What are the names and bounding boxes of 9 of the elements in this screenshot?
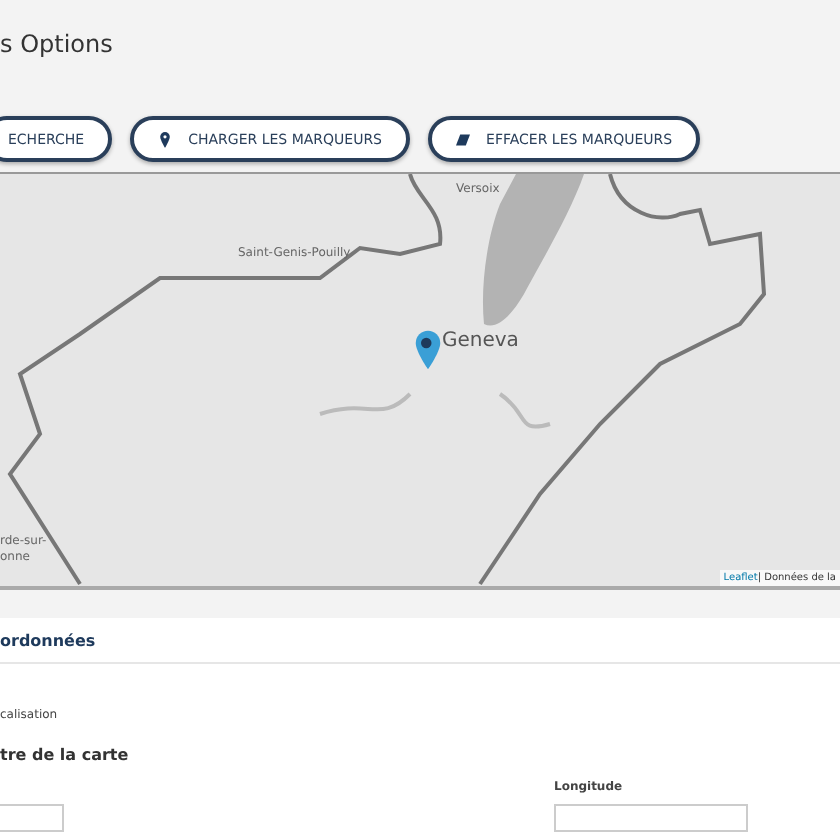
panel-title: ordonnées — [0, 618, 840, 664]
map-label: Geneva — [442, 330, 519, 352]
section-title: tre de la carte — [0, 746, 131, 764]
eraser-icon — [456, 131, 471, 147]
input-field[interactable] — [554, 804, 748, 832]
map-marker-icon[interactable] — [414, 330, 442, 370]
pin-icon — [158, 131, 173, 147]
page-title: s Options — [0, 28, 115, 62]
input-field[interactable] — [0, 804, 64, 832]
